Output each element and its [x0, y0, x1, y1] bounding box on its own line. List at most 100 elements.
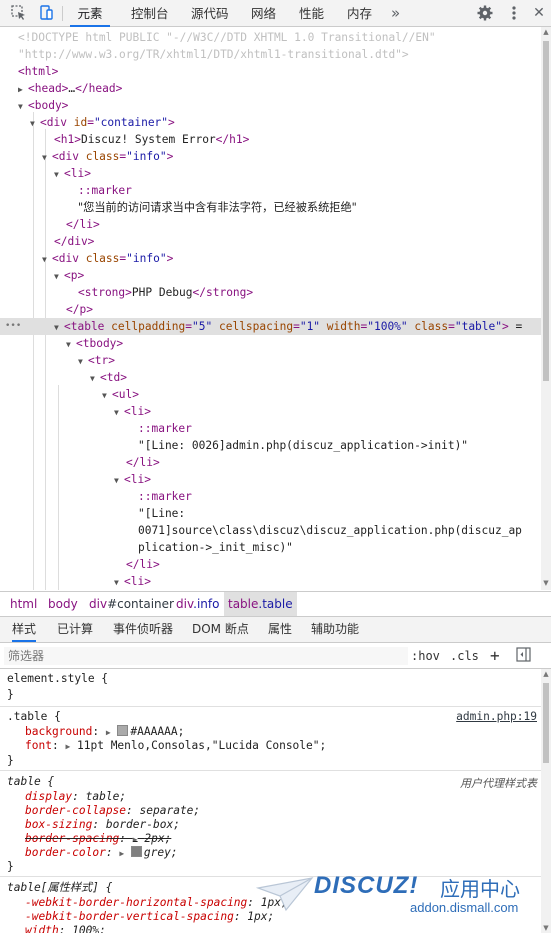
dom-node-tr[interactable]: ▼ <tr>: [78, 352, 115, 369]
dom-node-head[interactable]: ▶ <head>…</head>: [18, 80, 122, 97]
kebab-menu-icon[interactable]: [505, 4, 523, 22]
dom-node-div-container[interactable]: ▼ <div id="container">: [30, 114, 175, 131]
dom-pseudo-marker[interactable]: ::marker: [138, 488, 192, 505]
breadcrumb-div-container[interactable]: div#container: [89, 592, 174, 616]
dom-node-body[interactable]: ▼ <body>: [18, 97, 68, 114]
tab-properties[interactable]: 属性: [268, 617, 292, 641]
close-devtools-icon[interactable]: ✕: [530, 4, 548, 22]
dom-pseudo-marker[interactable]: ::marker: [138, 420, 192, 437]
rule-selector[interactable]: .table {: [7, 710, 61, 724]
dom-close-div[interactable]: </div>: [54, 233, 94, 250]
collapse-triangle-icon[interactable]: ▼: [66, 336, 76, 353]
dom-close-li[interactable]: </li>: [66, 216, 100, 233]
dom-text-node[interactable]: "您当前的访问请求当中含有非法字符，已经被系统拒绝": [78, 199, 357, 216]
hover-state-button[interactable]: :hov: [411, 647, 440, 665]
tab-event-listeners[interactable]: 事件侦听器: [113, 617, 173, 641]
collapse-triangle-icon[interactable]: ▼: [78, 353, 88, 370]
dom-node-td[interactable]: ▼ <td>: [90, 369, 127, 386]
tab-dom-breakpoints[interactable]: DOM 断点: [192, 617, 249, 641]
color-swatch[interactable]: [130, 846, 142, 857]
dom-node-p[interactable]: ▼ <p>: [54, 267, 84, 284]
scroll-down-arrow-icon[interactable]: ▼: [541, 578, 551, 588]
breadcrumb-body[interactable]: body: [48, 592, 78, 616]
rule-source-link[interactable]: admin.php:19: [456, 710, 537, 723]
style-declaration[interactable]: background: ▶ #AAAAAA;: [25, 725, 184, 739]
scroll-down-arrow-icon[interactable]: ▼: [541, 923, 551, 933]
node-actions-dots-icon[interactable]: •••: [5, 318, 21, 335]
collapse-triangle-icon[interactable]: ▼: [42, 149, 52, 166]
rule-user-agent-table[interactable]: table { 用户代理样式表 display: table; border-c…: [0, 771, 541, 877]
dom-text-node[interactable]: 0071]source\class\discuz\discuz_applicat…: [138, 522, 522, 539]
device-toggle-icon[interactable]: [37, 4, 55, 22]
rule-selector[interactable]: table[属性样式] {: [7, 881, 112, 895]
gear-icon[interactable]: [476, 4, 494, 22]
collapse-triangle-icon[interactable]: ▼: [54, 166, 64, 183]
dom-text-node[interactable]: plication->_init_misc)": [138, 539, 293, 556]
collapse-triangle-icon[interactable]: ▼: [18, 98, 28, 115]
dom-node-li[interactable]: ▼ <li>: [114, 403, 151, 420]
scrollbar-thumb[interactable]: [543, 683, 549, 763]
collapse-triangle-icon[interactable]: ▼: [90, 370, 100, 387]
collapse-triangle-icon[interactable]: ▼: [54, 319, 64, 336]
tab-accessibility[interactable]: 辅助功能: [311, 617, 359, 641]
dom-pseudo-marker[interactable]: ::marker: [78, 182, 132, 199]
collapse-triangle-icon[interactable]: ▼: [54, 268, 64, 285]
style-declaration[interactable]: -webkit-border-horizontal-spacing: 1px;: [25, 896, 288, 910]
more-tabs-chevron-icon[interactable]: »: [391, 0, 400, 26]
collapse-triangle-icon[interactable]: ▼: [114, 574, 124, 590]
scroll-up-arrow-icon[interactable]: ▲: [541, 669, 551, 679]
dom-node-h1[interactable]: <h1>Discuz! System Error</h1>: [54, 131, 249, 148]
rule-selector[interactable]: element.style {: [7, 672, 108, 686]
dom-node-ul[interactable]: ▼ <ul>: [102, 386, 139, 403]
inspect-cursor-icon[interactable]: [10, 4, 28, 22]
tab-sources[interactable]: 源代码: [191, 0, 229, 26]
dom-text-node[interactable]: "[Line:: [138, 505, 185, 522]
add-rule-button[interactable]: +: [490, 647, 500, 665]
scroll-up-arrow-icon[interactable]: ▲: [541, 27, 551, 37]
tab-performance[interactable]: 性能: [299, 0, 324, 26]
dom-node-strong[interactable]: <strong>PHP Debug</strong>: [78, 284, 253, 301]
tab-elements[interactable]: 元素: [70, 0, 110, 27]
style-declaration[interactable]: box-sizing: border-box;: [25, 818, 180, 832]
style-declaration-overridden[interactable]: border-spacing: ▶ 2px;: [25, 832, 171, 846]
style-declaration[interactable]: font: ▶ 11pt Menlo,Consolas,"Lucida Cons…: [25, 739, 326, 753]
dom-node-tbody[interactable]: ▼ <tbody>: [66, 335, 123, 352]
collapse-triangle-icon[interactable]: ▼: [30, 115, 40, 132]
dom-node-div-info[interactable]: ▼ <div class="info">: [42, 148, 173, 165]
dom-close-p[interactable]: </p>: [66, 301, 93, 318]
tab-console[interactable]: 控制台: [131, 0, 169, 26]
collapse-triangle-icon[interactable]: ▼: [114, 472, 124, 489]
rule-element-style[interactable]: element.style { }: [0, 669, 541, 707]
tab-styles[interactable]: 样式: [12, 617, 37, 642]
class-toggle-button[interactable]: .cls: [450, 647, 479, 665]
dom-doctype-line[interactable]: "http://www.w3.org/TR/xhtml1/DTD/xhtml1-…: [18, 46, 409, 63]
tab-computed[interactable]: 已计算: [57, 617, 93, 641]
style-declaration[interactable]: border-color: ▶ grey;: [25, 846, 178, 860]
filter-input[interactable]: [4, 647, 408, 665]
dom-node-li[interactable]: ▼ <li>: [54, 165, 91, 182]
collapse-triangle-icon[interactable]: ▼: [42, 251, 52, 268]
elements-scrollbar[interactable]: ▲ ▼: [541, 27, 551, 590]
scrollbar-thumb[interactable]: [543, 41, 549, 381]
dom-doctype-line[interactable]: <!DOCTYPE html PUBLIC "-//W3C//DTD XHTML…: [18, 29, 436, 46]
dom-node-li[interactable]: ▼ <li>: [114, 471, 151, 488]
style-declaration[interactable]: -webkit-border-vertical-spacing: 1px;: [25, 910, 274, 924]
dom-close-li[interactable]: </li>: [126, 556, 160, 573]
rule-selector[interactable]: table {: [7, 775, 54, 789]
collapse-triangle-icon[interactable]: ▼: [114, 404, 124, 421]
expand-triangle-icon[interactable]: ▶: [18, 81, 28, 98]
rule-table-class[interactable]: .table { admin.php:19 background: ▶ #AAA…: [0, 707, 541, 771]
breadcrumb-div-info[interactable]: div.info: [176, 592, 219, 616]
dom-close-li[interactable]: </li>: [126, 454, 160, 471]
collapse-triangle-icon[interactable]: ▼: [102, 387, 112, 404]
tab-network[interactable]: 网络: [251, 0, 276, 26]
dom-node-table-selected[interactable]: ••• ▼ <table cellpadding="5" cellspacing=…: [0, 318, 541, 335]
style-declaration[interactable]: border-collapse: separate;: [25, 804, 200, 818]
dom-node-html[interactable]: <html>: [18, 63, 58, 80]
dom-text-node[interactable]: "[Line: 0026]admin.php(discuz_applicatio…: [138, 437, 468, 454]
tab-memory[interactable]: 内存: [347, 0, 372, 26]
color-swatch[interactable]: [117, 725, 129, 736]
style-declaration[interactable]: display: table;: [25, 790, 126, 804]
sidebar-toggle-icon[interactable]: [516, 647, 531, 665]
dom-node-div-info[interactable]: ▼ <div class="info">: [42, 250, 173, 267]
